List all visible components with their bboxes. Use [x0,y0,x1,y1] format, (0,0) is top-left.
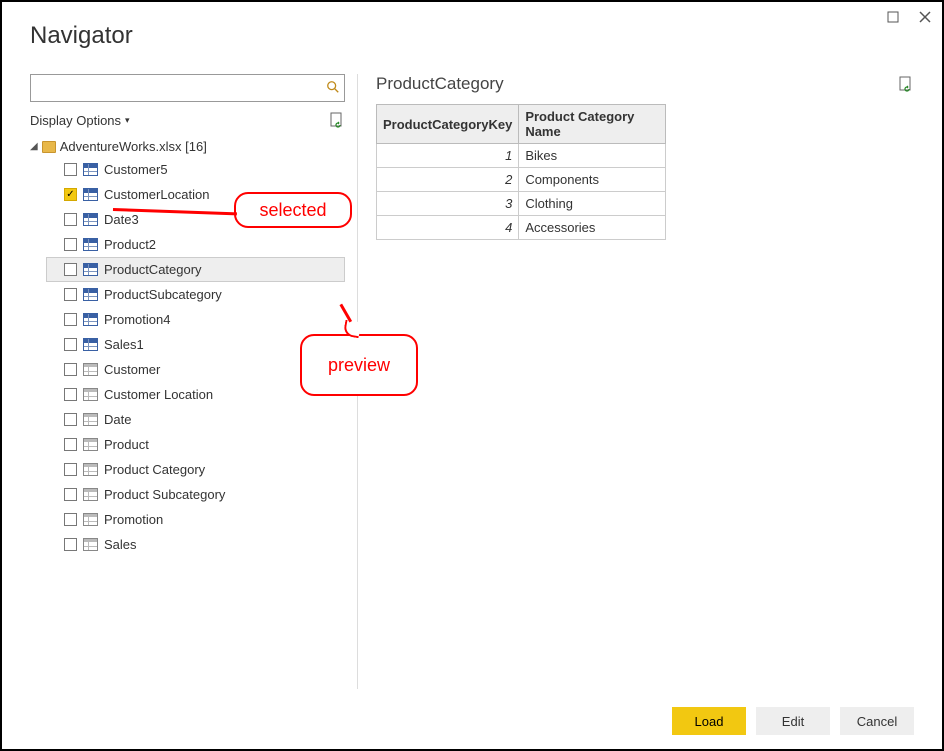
tree-item-checkbox[interactable] [64,313,77,326]
tree-item-checkbox[interactable] [64,388,77,401]
table-icon [83,263,98,276]
expander-icon[interactable]: ◢ [30,141,38,152]
annotation-preview: preview [300,334,418,396]
display-options-row: Display Options ▾ [30,112,345,128]
tree-item-label: Product Subcategory [104,487,341,502]
tree-item-checkbox[interactable] [64,538,77,551]
search-icon[interactable] [322,80,344,97]
tree-item-label: Date [104,412,341,427]
cell-name: Accessories [519,216,666,240]
tree-item-checkbox[interactable] [64,413,77,426]
tree-root-label: AdventureWorks.xlsx [16] [60,139,207,154]
search-box[interactable] [30,74,345,102]
tree-item-label: Sales [104,537,341,552]
tree-item-checkbox[interactable] [64,163,77,176]
tree-item-checkbox[interactable] [64,438,77,451]
sheet-icon [83,463,98,476]
tree-item-checkbox[interactable] [64,363,77,376]
cancel-button[interactable]: Cancel [840,707,914,735]
tree-item[interactable]: Sales [46,532,345,557]
sheet-icon [83,538,98,551]
preview-title: ProductCategory [376,74,504,94]
tree-item-checkbox[interactable] [64,263,77,276]
content-area: Display Options ▾ ◢ AdventureWorks.xlsx … [30,74,914,689]
folder-icon [42,141,56,153]
cell-name: Components [519,168,666,192]
column-header[interactable]: Product Category Name [519,105,666,144]
refresh-tree-icon[interactable] [329,112,345,128]
sheet-icon [83,438,98,451]
tree-item-checkbox[interactable] [64,338,77,351]
maximize-icon[interactable] [884,8,902,26]
footer-buttons: Load Edit Cancel [672,707,914,735]
table-row[interactable]: 2Components [377,168,666,192]
edit-button[interactable]: Edit [756,707,830,735]
cell-key: 2 [377,168,519,192]
cell-key: 1 [377,144,519,168]
tree-item-label: Product [104,437,341,452]
preview-pane: ProductCategory ProductCategoryKeyProduc… [358,74,914,689]
tree-item[interactable]: Promotion [46,507,345,532]
display-options-dropdown[interactable]: Display Options ▾ [30,113,130,128]
tree-item[interactable]: ProductCategory [46,257,345,282]
tree-item-checkbox[interactable] [64,288,77,301]
column-header[interactable]: ProductCategoryKey [377,105,519,144]
tree-item[interactable]: Product Category [46,457,345,482]
tree-item[interactable]: Customer5 [46,157,345,182]
tree-item-checkbox[interactable] [64,238,77,251]
cell-key: 4 [377,216,519,240]
annotation-selected-text: selected [259,200,326,221]
refresh-preview-icon[interactable] [898,76,914,92]
display-options-label: Display Options [30,113,121,128]
tree-item[interactable]: ProductSubcategory [46,282,345,307]
sheet-icon [83,513,98,526]
tree-item-checkbox[interactable] [64,488,77,501]
load-button[interactable]: Load [672,707,746,735]
window-controls [884,8,934,26]
sheet-icon [83,413,98,426]
tree-item[interactable]: Promotion4 [46,307,345,332]
cell-name: Clothing [519,192,666,216]
tree-item[interactable]: Product Subcategory [46,482,345,507]
tree-item-checkbox[interactable] [64,213,77,226]
sheet-icon [83,388,98,401]
tree-item-label: ProductCategory [104,262,341,277]
preview-table[interactable]: ProductCategoryKeyProduct Category Name … [376,104,666,240]
dialog-title: Navigator [30,22,133,50]
tree-item[interactable]: Product [46,432,345,457]
table-icon [83,238,98,251]
tree-item[interactable]: Date [46,407,345,432]
annotation-preview-text: preview [328,355,390,376]
chevron-down-icon: ▾ [125,115,130,126]
table-row[interactable]: 1Bikes [377,144,666,168]
close-icon[interactable] [916,8,934,26]
table-icon [83,163,98,176]
annotation-selected: selected [234,192,352,228]
tree-item-label: Promotion4 [104,312,341,327]
table-icon [83,213,98,226]
table-icon [83,188,98,201]
table-icon [83,288,98,301]
tree-item-label: Promotion [104,512,341,527]
tree-item-label: Product2 [104,237,341,252]
preview-header: ProductCategory [376,74,914,94]
tree-root[interactable]: ◢ AdventureWorks.xlsx [16] [30,136,345,157]
tree-item-checkbox[interactable] [64,463,77,476]
table-row[interactable]: 3Clothing [377,192,666,216]
sheet-icon [83,363,98,376]
tree-item[interactable]: Product2 [46,232,345,257]
table-icon [83,338,98,351]
tree-item-checkbox[interactable] [64,513,77,526]
navigator-dialog: Navigator Display Options ▾ [0,0,944,751]
search-input[interactable] [31,75,322,101]
tree-item-label: Product Category [104,462,341,477]
cell-name: Bikes [519,144,666,168]
table-icon [83,313,98,326]
sheet-icon [83,488,98,501]
tree-item-label: Customer5 [104,162,341,177]
tree-item-checkbox[interactable]: ✓ [64,188,77,201]
tree-item-label: ProductSubcategory [104,287,341,302]
cell-key: 3 [377,192,519,216]
table-row[interactable]: 4Accessories [377,216,666,240]
